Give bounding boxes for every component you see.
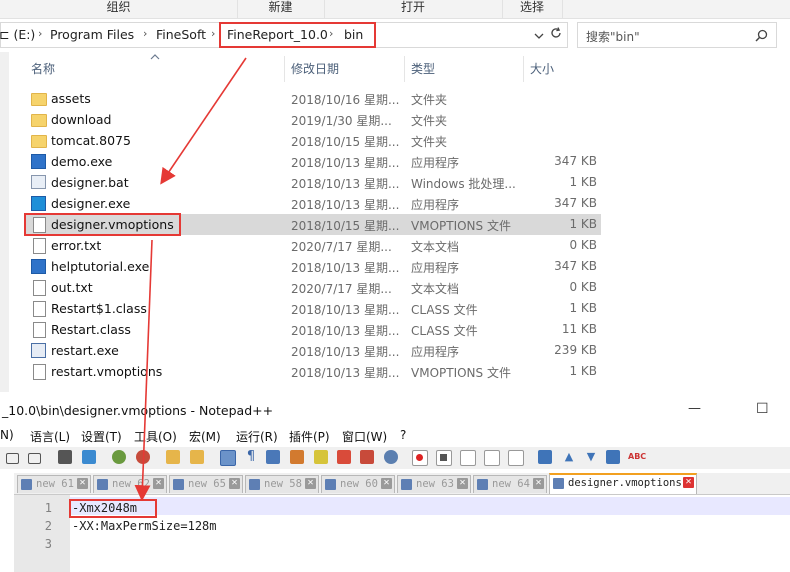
arrow-to-file <box>160 57 247 185</box>
arrow-to-code <box>134 239 153 502</box>
annotation-arrows <box>134 57 247 502</box>
